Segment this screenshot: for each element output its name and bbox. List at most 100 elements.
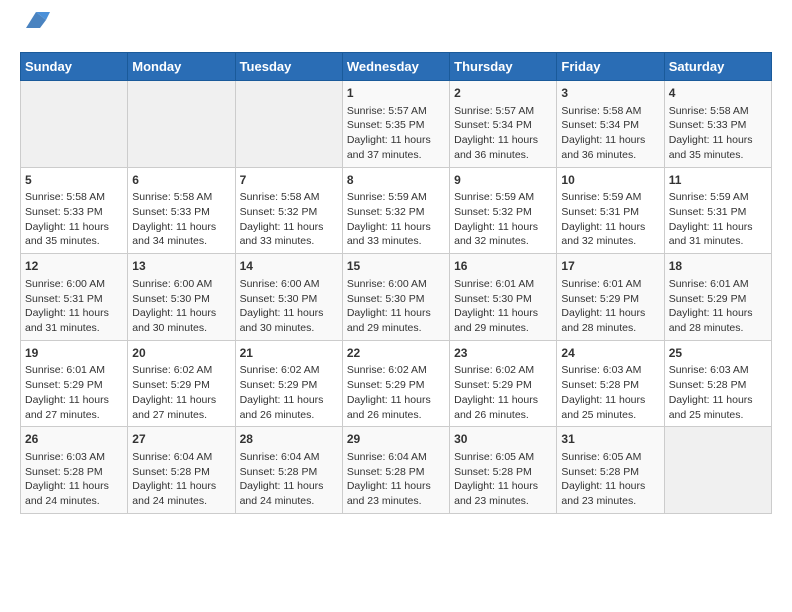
- day-number: 6: [132, 172, 230, 189]
- calendar-cell: 23Sunrise: 6:02 AMSunset: 5:29 PMDayligh…: [450, 340, 557, 427]
- daylight-text: Daylight: 11 hours and 26 minutes.: [240, 394, 324, 421]
- calendar-cell: 4Sunrise: 5:58 AMSunset: 5:33 PMDaylight…: [664, 81, 771, 168]
- sunrise-text: Sunrise: 5:58 AM: [561, 105, 641, 117]
- day-number: 7: [240, 172, 338, 189]
- sunset-text: Sunset: 5:30 PM: [347, 293, 425, 305]
- daylight-text: Daylight: 11 hours and 30 minutes.: [240, 307, 324, 334]
- sunrise-text: Sunrise: 6:00 AM: [132, 278, 212, 290]
- day-number: 26: [25, 431, 123, 448]
- week-row-5: 26 Sunrise: 6:03 AM Sunset: 5:28 PM Dayligh…: [21, 427, 772, 514]
- day-number: 11: [669, 172, 767, 189]
- sunrise-text: Sunrise: 6:03 AM: [561, 364, 641, 376]
- daylight-text: Daylight: 11 hours and 25 minutes.: [561, 394, 645, 421]
- daylight-text: Daylight: 11 hours and 27 minutes.: [132, 394, 216, 421]
- daylight-text: Daylight: 11 hours and 24 minutes.: [25, 480, 109, 507]
- day-header-saturday: Saturday: [664, 53, 771, 81]
- day-number: 16: [454, 258, 552, 275]
- daylight-text: Daylight: 11 hours and 31 minutes.: [25, 307, 109, 334]
- day-number: 8: [347, 172, 445, 189]
- calendar-cell: 31Sunrise: 6:05 AMSunset: 5:28 PMDayligh…: [557, 427, 664, 514]
- sunset-text: Sunset: 5:29 PM: [132, 379, 210, 391]
- calendar-cell: 7Sunrise: 5:58 AMSunset: 5:32 PMDaylight…: [235, 167, 342, 254]
- sunset-text: Sunset: 5:30 PM: [132, 293, 210, 305]
- day-header-friday: Friday: [557, 53, 664, 81]
- sunset-text: Sunset: 5:28 PM: [347, 466, 425, 478]
- sunset-text: Sunset: 5:28 PM: [240, 466, 318, 478]
- daylight-text: Daylight: 11 hours and 24 minutes.: [132, 480, 216, 507]
- week-row-4: 19 Sunrise: 6:01 AM Sunset: 5:29 PM Dayligh…: [21, 340, 772, 427]
- sunset-text: Sunset: 5:28 PM: [25, 466, 103, 478]
- calendar-cell: 6Sunrise: 5:58 AMSunset: 5:33 PMDaylight…: [128, 167, 235, 254]
- daylight-text: Daylight: 11 hours and 35 minutes.: [669, 134, 753, 161]
- calendar-cell: 16Sunrise: 6:01 AMSunset: 5:30 PMDayligh…: [450, 254, 557, 341]
- sunrise-text: Sunrise: 6:01 AM: [561, 278, 641, 290]
- daylight-text: Daylight: 11 hours and 33 minutes.: [347, 221, 431, 248]
- sunset-text: Sunset: 5:29 PM: [454, 379, 532, 391]
- sunrise-text: Sunrise: 6:01 AM: [669, 278, 749, 290]
- sunset-text: Sunset: 5:29 PM: [347, 379, 425, 391]
- sunrise-text: Sunrise: 5:59 AM: [347, 191, 427, 203]
- day-number: 23: [454, 345, 552, 362]
- calendar-cell: 5Sunrise: 5:58 AMSunset: 5:33 PMDaylight…: [21, 167, 128, 254]
- daylight-text: Daylight: 11 hours and 35 minutes.: [25, 221, 109, 248]
- sunset-text: Sunset: 5:31 PM: [669, 206, 747, 218]
- week-row-1: 1Sunrise: 5:57 AMSunset: 5:35 PMDaylight…: [21, 81, 772, 168]
- sunset-text: Sunset: 5:32 PM: [240, 206, 318, 218]
- day-number: 3: [561, 85, 659, 102]
- sunset-text: Sunset: 5:32 PM: [454, 206, 532, 218]
- daylight-text: Daylight: 11 hours and 23 minutes.: [347, 480, 431, 507]
- daylight-text: Daylight: 11 hours and 23 minutes.: [561, 480, 645, 507]
- calendar-cell: 27Sunrise: 6:04 AMSunset: 5:28 PMDayligh…: [128, 427, 235, 514]
- daylight-text: Daylight: 11 hours and 26 minutes.: [347, 394, 431, 421]
- sunset-text: Sunset: 5:30 PM: [454, 293, 532, 305]
- sunset-text: Sunset: 5:30 PM: [240, 293, 318, 305]
- logo-icon: [22, 8, 50, 36]
- sunset-text: Sunset: 5:29 PM: [240, 379, 318, 391]
- calendar-cell: 8Sunrise: 5:59 AMSunset: 5:32 PMDaylight…: [342, 167, 449, 254]
- day-number: 19: [25, 345, 123, 362]
- sunset-text: Sunset: 5:29 PM: [25, 379, 103, 391]
- day-number: 31: [561, 431, 659, 448]
- calendar-cell: [128, 81, 235, 168]
- day-number: 4: [669, 85, 767, 102]
- sunrise-text: Sunrise: 5:57 AM: [347, 105, 427, 117]
- sunset-text: Sunset: 5:28 PM: [669, 379, 747, 391]
- sunset-text: Sunset: 5:35 PM: [347, 119, 425, 131]
- day-number: 13: [132, 258, 230, 275]
- calendar-cell: 12Sunrise: 6:00 AMSunset: 5:31 PMDayligh…: [21, 254, 128, 341]
- sunset-text: Sunset: 5:34 PM: [561, 119, 639, 131]
- sunrise-text: Sunrise: 5:59 AM: [454, 191, 534, 203]
- calendar-cell: 18Sunrise: 6:01 AMSunset: 5:29 PMDayligh…: [664, 254, 771, 341]
- calendar-cell: 30Sunrise: 6:05 AMSunset: 5:28 PMDayligh…: [450, 427, 557, 514]
- calendar-cell: 29 Sunrise: 6:04 AM Sunset: 5:28 PM Dayligh…: [342, 427, 449, 514]
- sunset-text: Sunset: 5:29 PM: [561, 293, 639, 305]
- calendar-cell: 11Sunrise: 5:59 AMSunset: 5:31 PMDayligh…: [664, 167, 771, 254]
- page-header: [20, 20, 772, 42]
- daylight-text: Daylight: 11 hours and 28 minutes.: [669, 307, 753, 334]
- day-header-sunday: Sunday: [21, 53, 128, 81]
- sunrise-text: Sunrise: 6:04 AM: [347, 451, 427, 463]
- calendar-cell: 13 Sunrise: 6:00 AM Sunset: 5:30 PM Dayligh…: [128, 254, 235, 341]
- sunrise-text: Sunrise: 6:05 AM: [561, 451, 641, 463]
- day-header-wednesday: Wednesday: [342, 53, 449, 81]
- day-number: 14: [240, 258, 338, 275]
- sunrise-text: Sunrise: 6:02 AM: [347, 364, 427, 376]
- daylight-text: Daylight: 11 hours and 37 minutes.: [347, 134, 431, 161]
- sunset-text: Sunset: 5:29 PM: [669, 293, 747, 305]
- sunset-text: Sunset: 5:33 PM: [132, 206, 210, 218]
- day-number: 30: [454, 431, 552, 448]
- day-number: 12: [25, 258, 123, 275]
- sunset-text: Sunset: 5:28 PM: [454, 466, 532, 478]
- calendar-cell: 10Sunrise: 5:59 AMSunset: 5:31 PMDayligh…: [557, 167, 664, 254]
- sunrise-text: Sunrise: 5:58 AM: [132, 191, 212, 203]
- sunrise-text: Sunrise: 6:04 AM: [132, 451, 212, 463]
- sunrise-text: Sunrise: 6:03 AM: [25, 451, 105, 463]
- sunrise-text: Sunrise: 6:01 AM: [25, 364, 105, 376]
- day-number: 21: [240, 345, 338, 362]
- day-header-thursday: Thursday: [450, 53, 557, 81]
- daylight-text: Daylight: 11 hours and 30 minutes.: [132, 307, 216, 334]
- daylight-text: Daylight: 11 hours and 36 minutes.: [454, 134, 538, 161]
- day-number: 15: [347, 258, 445, 275]
- sunset-text: Sunset: 5:28 PM: [561, 379, 639, 391]
- day-number: 29: [347, 431, 445, 448]
